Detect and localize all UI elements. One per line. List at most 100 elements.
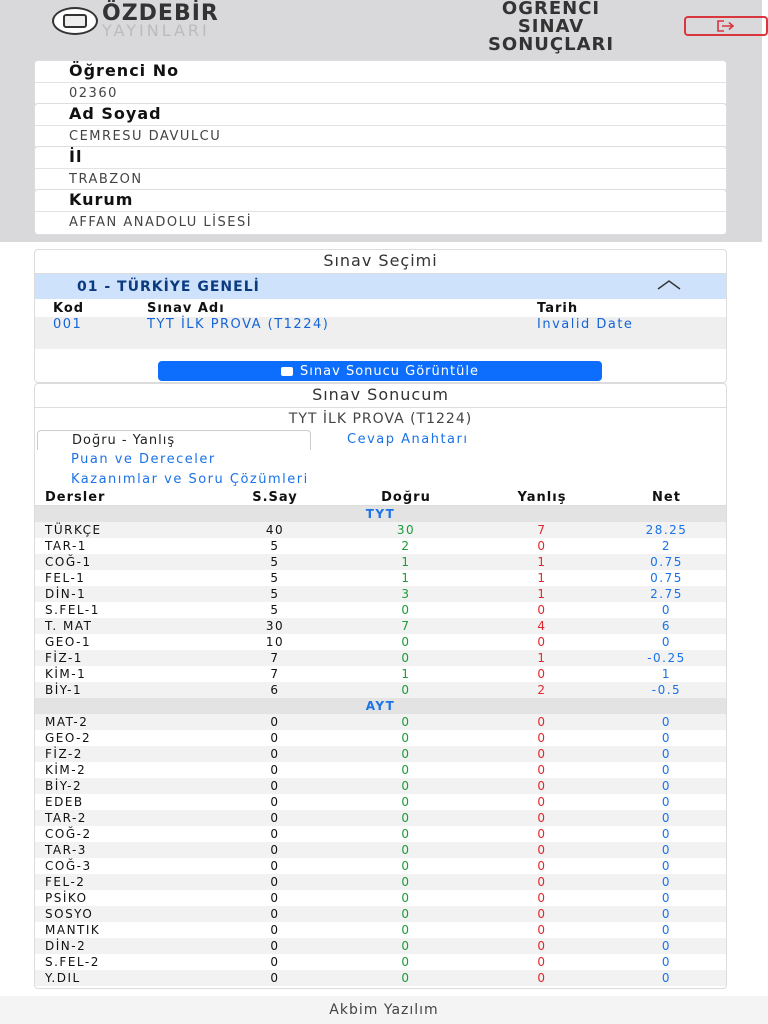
logo-seal-icon	[52, 7, 98, 36]
net-cell: 0	[607, 937, 726, 954]
col-question-count: S.Say	[215, 490, 335, 506]
student-name-label: Ad Soyad	[35, 104, 726, 126]
student-no-label: Öğrenci No	[35, 61, 726, 83]
table-row: COĞ-3 0 0 0 0	[35, 858, 726, 874]
wrong-cell: 0	[477, 905, 607, 922]
lesson-name: GEO-2	[45, 730, 92, 745]
exam-row[interactable]: 001 TYT İLK PROVA (T1224) Invalid Date	[35, 317, 726, 349]
correct-cell: 0	[401, 730, 411, 745]
table-row: FİZ-1 7 0 1 -0.25	[35, 649, 726, 666]
title-line: SONUÇLARI	[487, 34, 615, 55]
table-row: EDEB 0 0 0 0	[35, 794, 726, 810]
table-row: COĞ-1 5 1 1 0.75	[35, 553, 726, 570]
wrong-cell: 0	[537, 634, 547, 649]
tab-outcomes[interactable]: Kazanımlar ve Soru Çözümleri	[71, 472, 309, 487]
correct-cell: 3	[335, 585, 477, 602]
question-count-cell: 0	[215, 745, 335, 762]
question-count-cell: 0	[270, 762, 280, 777]
wrong-cell: 0	[537, 538, 547, 553]
exam-selection-title: Sınav Seçimi	[35, 250, 726, 274]
net-cell: 2.75	[607, 585, 726, 602]
exam-code[interactable]: 001	[35, 317, 147, 349]
chevron-up-icon[interactable]	[656, 278, 682, 292]
table-row: COĞ-2 0 0 0 0	[35, 826, 726, 842]
table-row: GEO-2 0 0 0 0	[35, 730, 726, 746]
net-cell: 0	[661, 634, 672, 649]
correct-cell: 0	[335, 809, 477, 826]
correct-cell: 0	[401, 634, 411, 649]
net-cell: 0	[661, 826, 672, 841]
col-correct: Doğru	[335, 490, 477, 506]
net-cell: 0.75	[650, 570, 683, 585]
table-row: KİM-2 0 0 0 0	[35, 762, 726, 778]
lesson-name: FEL-2	[35, 873, 215, 890]
net-cell: -0.25	[607, 649, 726, 666]
section-label: AYT	[35, 697, 726, 714]
exam-date[interactable]: Invalid Date	[537, 317, 726, 349]
result-table-body: TYT TÜRKÇE 40 30 7 28.25 TAR-1 5 2 0 2 COĞ-1 5 1 1 0.75…	[35, 505, 726, 986]
wrong-cell: 0	[477, 969, 607, 986]
tab-answer-key[interactable]: Cevap Anahtarı	[347, 432, 468, 447]
correct-cell: 1	[335, 553, 477, 570]
table-row: FEL-1 5 1 1 0.75	[35, 570, 726, 586]
correct-cell: 0	[401, 602, 411, 617]
tab-correct-wrong[interactable]: Doğru - Yanlış	[37, 430, 311, 450]
correct-cell: 0	[401, 794, 411, 809]
table-row: FİZ-2 0 0 0 0	[35, 745, 726, 762]
correct-cell: 0	[401, 858, 411, 873]
table-row: DİN-2 0 0 0 0	[35, 937, 726, 954]
lesson-name: MAT-2	[35, 713, 215, 730]
lesson-name: FEL-1	[45, 570, 86, 585]
show-result-button[interactable]: Sınav Sonucu Görüntüle	[158, 361, 602, 381]
correct-cell: 0	[401, 890, 411, 905]
exam-group-accordion[interactable]: 01 - TÜRKİYE GENELİ	[35, 274, 726, 299]
section-row: AYT	[35, 697, 726, 714]
question-count-cell: 6	[215, 681, 335, 698]
question-count-cell: 40	[215, 521, 335, 538]
display-icon	[281, 366, 294, 376]
table-row: TAR-3 0 0 0 0	[35, 841, 726, 858]
tab-scores[interactable]: Puan ve Dereceler	[71, 452, 216, 467]
col-net: Net	[607, 490, 726, 506]
show-result-label: Sınav Sonucu Görüntüle	[300, 363, 479, 379]
correct-cell: 0	[335, 969, 477, 986]
wrong-cell: 0	[537, 954, 547, 969]
wrong-cell: 0	[537, 602, 547, 617]
student-school-value: AFFAN ANADOLU LİSESİ	[69, 215, 253, 230]
table-row: S.FEL-2 0 0 0 0	[35, 954, 726, 970]
table-row: TAR-1 5 2 0 2	[35, 538, 726, 554]
footer: Akbim Yazılım	[0, 996, 768, 1024]
correct-cell: 0	[401, 954, 411, 969]
logo-sub: YAYINLARI	[102, 20, 210, 40]
wrong-cell: 0	[537, 794, 547, 809]
net-cell: 0	[661, 954, 672, 969]
net-cell: 2	[661, 538, 672, 553]
exam-name[interactable]: TYT İLK PROVA (T1224)	[147, 317, 537, 349]
wrong-cell: 0	[537, 858, 547, 873]
question-count-cell: 0	[215, 969, 335, 986]
section-row: TYT	[35, 505, 726, 522]
table-row: Y.DIL 0 0 0 0	[35, 969, 726, 986]
table-row: SOSYO 0 0 0 0	[35, 905, 726, 922]
lesson-name: TAR-1	[45, 538, 87, 553]
lesson-name: FİZ-2	[35, 745, 215, 762]
result-exam-name: TYT İLK PROVA (T1224)	[288, 411, 473, 427]
correct-cell: 0	[401, 922, 411, 937]
question-count-cell: 0	[270, 954, 280, 969]
lesson-name: TAR-2	[35, 809, 215, 826]
logout-button[interactable]	[684, 16, 768, 36]
sign-out-icon	[717, 20, 735, 32]
lesson-name: SOSYO	[35, 905, 215, 922]
net-cell: 0	[607, 809, 726, 826]
table-row: FEL-2 0 0 0 0	[35, 873, 726, 890]
lesson-name: DİN-2	[35, 937, 215, 954]
question-count-cell: 0	[270, 858, 280, 873]
student-no-value: 02360	[69, 86, 118, 101]
correct-cell: 0	[335, 841, 477, 858]
net-cell: 0	[607, 777, 726, 794]
lesson-name: TÜRKÇE	[35, 521, 215, 538]
lesson-name: BİY-2	[35, 777, 215, 794]
table-row: PSİKO 0 0 0 0	[35, 890, 726, 906]
lesson-name: T. MAT	[35, 617, 215, 634]
correct-cell: 7	[335, 617, 477, 634]
